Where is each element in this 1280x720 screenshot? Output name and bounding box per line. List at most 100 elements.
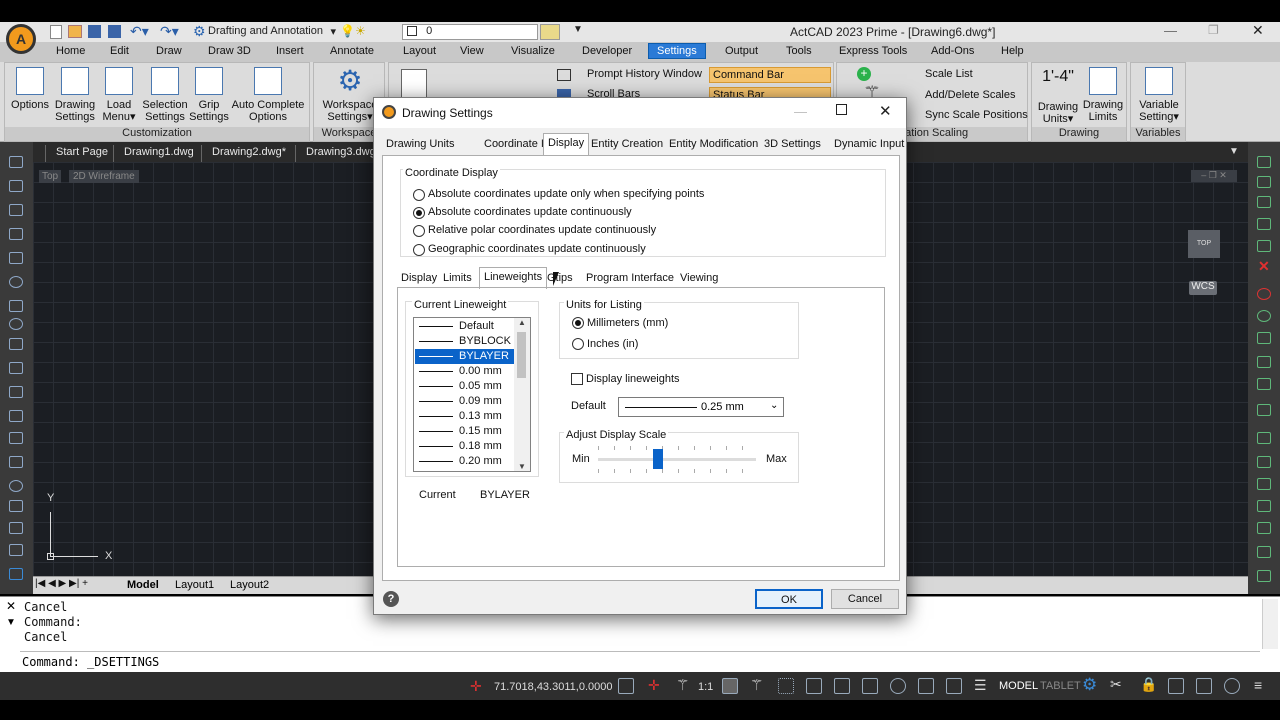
doc-tab-drawing1[interactable]: Drawing1.dwg <box>113 145 204 162</box>
coord-radio[interactable] <box>413 225 425 237</box>
variable-setting-button[interactable]: Variable Setting▾ <box>1133 67 1185 123</box>
units-radio-selected[interactable] <box>572 317 584 329</box>
drawing-limits-button[interactable]: Drawing Limits <box>1080 67 1126 123</box>
scroll-down-icon[interactable]: ▼ <box>514 462 530 471</box>
point-tool-icon[interactable] <box>9 362 23 374</box>
copy-tool-icon[interactable] <box>1257 176 1271 188</box>
coord-radio[interactable] <box>413 189 425 201</box>
array-tool-icon[interactable] <box>1257 240 1271 252</box>
tabs-overflow-icon[interactable]: ▼ <box>1229 146 1239 157</box>
move-tool-icon[interactable] <box>1257 156 1271 168</box>
menu-item-settings[interactable]: Settings <box>648 43 706 59</box>
lineweight-item[interactable]: 0.15 mm <box>415 424 514 439</box>
add-scale-icon[interactable]: + <box>857 67 871 81</box>
layout-tab-layout1[interactable]: Layout1 <box>175 579 214 591</box>
coord-option-label[interactable]: Absolute coordinates update continuously <box>428 206 632 218</box>
fillet-tool-icon[interactable] <box>1257 500 1271 512</box>
line-tool-icon[interactable] <box>9 156 23 168</box>
command-collapse-icon[interactable]: ▼ <box>6 617 16 628</box>
otrack-icon[interactable] <box>890 678 906 694</box>
scale-slider-track[interactable] <box>598 458 756 461</box>
lineweight-item[interactable]: Default <box>415 319 514 334</box>
display-lineweights-label[interactable]: Display lineweights <box>586 373 680 385</box>
help-icon[interactable]: ? <box>383 591 399 607</box>
menu-item[interactable]: Edit <box>110 45 129 57</box>
table-tool-icon[interactable] <box>9 500 23 512</box>
mtext-tool-icon[interactable] <box>9 568 23 580</box>
color-wheel-icon[interactable] <box>1257 288 1271 300</box>
dialog-minimize-icon[interactable]: — <box>794 104 807 119</box>
units-option-label[interactable]: Millimeters (mm) <box>587 317 668 329</box>
clean-screen-icon[interactable] <box>1224 678 1240 694</box>
app-logo-icon[interactable]: A <box>6 24 36 54</box>
menu-item[interactable]: Output <box>725 45 758 57</box>
command-input[interactable]: Command: _DSETTINGS <box>20 651 1260 671</box>
menu-item[interactable]: Add-Ons <box>931 45 974 57</box>
polar-icon[interactable] <box>834 678 850 694</box>
command-bar-toggle[interactable]: Command Bar <box>709 67 831 83</box>
mirror-tool-icon[interactable] <box>1257 196 1271 208</box>
trim-tool-icon[interactable] <box>1257 378 1271 390</box>
dynamic-input-icon[interactable] <box>946 678 962 694</box>
drawing-units-button[interactable]: 1'-4" Drawing Units▾ <box>1034 69 1082 126</box>
settings-gear-icon[interactable]: ⚙ <box>1082 675 1097 695</box>
drawing-settings-button[interactable]: Drawing Settings <box>51 67 99 123</box>
layer-dropdown[interactable]: 0 <box>402 24 538 40</box>
subtab-display[interactable]: Display <box>397 269 441 289</box>
status-menu-icon[interactable]: ≡ <box>1254 677 1262 693</box>
coord-radio[interactable] <box>413 244 425 256</box>
tab-entity-modification[interactable]: Entity Modification <box>665 135 762 155</box>
coord-option-label[interactable]: Absolute coordinates update only when sp… <box>428 188 704 200</box>
tablet-toggle[interactable]: TABLET <box>1040 680 1081 692</box>
workspace-dropdown[interactable]: Drafting and Annotation ▾ <box>208 25 336 39</box>
view-cube[interactable]: TOP <box>1188 230 1220 258</box>
auto-complete-button[interactable]: Auto Complete Options <box>229 67 307 123</box>
lineweight-scrollbar[interactable]: ▲ ▼ <box>514 318 530 471</box>
annotation-visibility-icon[interactable] <box>722 678 738 694</box>
insert-tool-icon[interactable] <box>9 544 23 556</box>
lineweight-item[interactable]: 0.13 mm <box>415 409 514 424</box>
lineweight-item[interactable]: 0.00 mm <box>415 364 514 379</box>
scale-list-label[interactable]: Scale List <box>925 68 973 80</box>
lineweight-item[interactable]: 0.09 mm <box>415 394 514 409</box>
viewport-controls[interactable]: – ❐ ✕ <box>1191 170 1237 182</box>
menu-item[interactable]: Help <box>1001 45 1024 57</box>
menu-item[interactable]: Home <box>56 45 85 57</box>
join-tool-icon[interactable] <box>1257 456 1271 468</box>
layout-nav-icons[interactable]: |◀ ◀ ▶ ▶| + <box>35 578 88 589</box>
cancel-button[interactable]: Cancel <box>831 589 899 609</box>
add-delete-scales-label[interactable]: Add/Delete Scales <box>925 89 1016 101</box>
scroll-thumb[interactable] <box>517 332 526 378</box>
command-close-icon[interactable]: ✕ <box>6 599 16 613</box>
layer-bulb-icon[interactable]: 💡☀ <box>340 24 366 38</box>
menu-lines-icon[interactable]: ☰ <box>974 677 987 694</box>
preview-icon[interactable] <box>401 69 427 99</box>
polyline-tool-icon[interactable] <box>9 180 23 192</box>
block-tool-icon[interactable] <box>9 480 23 492</box>
grip-settings-button[interactable]: Grip Settings <box>187 67 231 123</box>
text-tool-icon[interactable] <box>9 522 23 534</box>
qat-save-icon[interactable] <box>88 25 101 38</box>
annotation-scale-value[interactable]: 1:1 <box>698 681 713 693</box>
menu-item[interactable]: Insert <box>276 45 304 57</box>
viewport-icon[interactable] <box>1168 678 1184 694</box>
dialog-close-icon[interactable]: ✕ <box>879 102 892 120</box>
command-scrollbar[interactable] <box>1262 599 1278 649</box>
lineweight-item-selected[interactable]: BYLAYER <box>415 349 514 364</box>
construction-line-icon[interactable] <box>9 204 23 216</box>
arc-tool-icon[interactable] <box>9 228 23 240</box>
qat-saveas-icon[interactable] <box>108 25 121 38</box>
layout-tab-model[interactable]: Model <box>127 579 159 591</box>
lock-icon[interactable]: 🔒 <box>1140 676 1157 693</box>
rectangle-tool-icon[interactable] <box>9 410 23 422</box>
auto-scale-icon[interactable]: ⚚ <box>750 676 763 694</box>
layout-tab-layout2[interactable]: Layout2 <box>230 579 269 591</box>
scale-slider-thumb[interactable] <box>653 449 664 469</box>
lineweight-item[interactable]: BYBLOCK <box>415 334 514 349</box>
ellipse-tool-icon[interactable] <box>9 318 23 330</box>
tab-dynamic-input[interactable]: Dynamic Input <box>830 135 908 155</box>
default-lineweight-dropdown[interactable]: 0.25 mm ⌄ <box>618 397 784 417</box>
region-tool-icon[interactable] <box>9 432 23 444</box>
doc-tab-start[interactable]: Start Page <box>45 145 118 162</box>
close-icon[interactable]: ✕ <box>1252 22 1264 39</box>
